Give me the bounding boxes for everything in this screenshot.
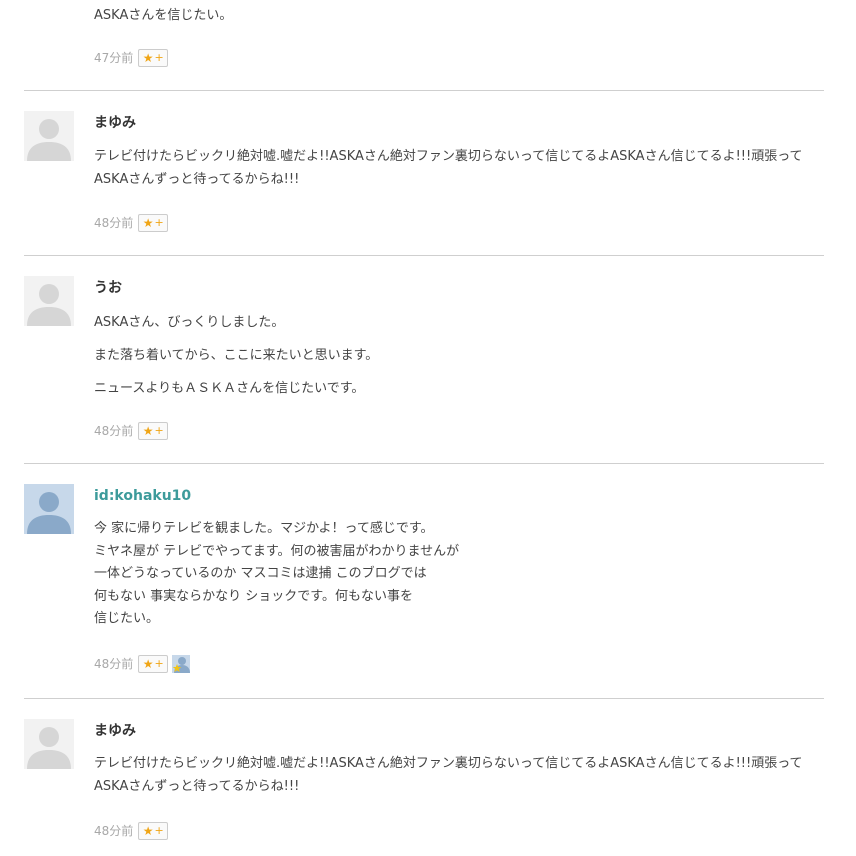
- default-user-icon: [24, 276, 74, 326]
- divider: [24, 90, 824, 91]
- comment-text: ASKAさんを信じたい。: [94, 8, 233, 23]
- user-avatar-icon: [24, 484, 74, 534]
- divider: [24, 698, 824, 699]
- add-star-button[interactable]: ★ +: [138, 422, 169, 440]
- avatar[interactable]: [24, 484, 74, 534]
- star-icon: ★: [142, 51, 154, 65]
- divider: [24, 463, 824, 464]
- comment-meta: 47分前 ★ +: [94, 48, 169, 68]
- avatar[interactable]: [24, 719, 74, 769]
- comment-body: テレビ付けたらビックリ絶対嘘.嘘だよ!!ASKAさん絶対ファン裏切らないって信じ…: [94, 145, 829, 201]
- comment-text: ミヤネ屋が テレビでやってます。何の被害届がわかりませんが: [94, 543, 460, 559]
- comment-text: 何もない 事実ならかなり ショックです。何もない事を: [94, 588, 413, 604]
- star-icon: ★: [142, 824, 154, 838]
- comment-text: 信じたい。: [94, 611, 160, 626]
- avatar[interactable]: [24, 276, 74, 326]
- comment-author: うお: [94, 280, 122, 296]
- add-star-button[interactable]: ★ +: [138, 655, 169, 673]
- plus-icon: +: [154, 657, 164, 670]
- default-user-icon: [24, 719, 74, 769]
- divider: [24, 255, 824, 256]
- plus-icon: +: [154, 216, 164, 229]
- comment-meta: 48分前 ★ +: [94, 213, 169, 233]
- comment-time: 47分前: [94, 51, 134, 65]
- comment-body: 今 家に帰りテレビを観ました。マジかよ！って感じです。 ミヤネ屋が テレビでやっ…: [94, 518, 829, 631]
- comment-text: テレビ付けたらビックリ絶対嘘.嘘だよ!!ASKAさん絶対ファン裏切らないって信じ…: [94, 756, 803, 794]
- comment-meta: 48分前 ★ +: [94, 421, 169, 441]
- comment-body: テレビ付けたらビックリ絶対嘘.嘘だよ!!ASKAさん絶対ファン裏切らないって信じ…: [94, 752, 829, 808]
- comment-time: 48分前: [94, 657, 134, 671]
- plus-icon: +: [154, 424, 164, 437]
- add-star-button[interactable]: ★ +: [138, 49, 169, 67]
- comment-text: また落ち着いてから、ここに来たいと思います。: [94, 348, 379, 363]
- comment-text: ニュースよりもＡＳＫＡさんを信じたいです。: [94, 381, 365, 396]
- star-icon: ★: [142, 424, 154, 438]
- comment-text: 今 家に帰りテレビを観ました。マジかよ！って感じです。: [94, 521, 434, 536]
- comment-body: ASKAさんを信じたい。: [94, 4, 829, 37]
- comment-body: ASKAさん、びっくりしました。 また落ち着いてから、ここに来たいと思います。 …: [94, 311, 829, 410]
- comment-time: 48分前: [94, 424, 134, 438]
- comment-text: ASKAさん、びっくりしました。: [94, 315, 285, 330]
- add-star-button[interactable]: ★ +: [138, 822, 169, 840]
- star-icon: ★: [142, 216, 154, 230]
- comment-meta: 48分前 ★ +: [94, 821, 169, 841]
- plus-icon: +: [154, 824, 164, 837]
- comment-author-link[interactable]: id:kohaku10: [94, 486, 191, 506]
- comment-time: 48分前: [94, 824, 134, 838]
- comment-text: テレビ付けたらビックリ絶対嘘.嘘だよ!!ASKAさん絶対ファン裏切らないって信じ…: [94, 149, 803, 187]
- comment-author: まゆみ: [94, 723, 136, 739]
- comment-meta: 48分前 ★ +: [94, 654, 191, 674]
- star-icon: ★: [142, 657, 154, 671]
- starred-user-icon[interactable]: [172, 655, 191, 673]
- avatar[interactable]: [24, 111, 74, 161]
- comment-time: 48分前: [94, 216, 134, 230]
- default-user-icon: [24, 111, 74, 161]
- comment-text: 一体どうなっているのか マスコミは逮捕 このブログでは: [94, 566, 427, 581]
- comment-author: まゆみ: [94, 115, 136, 131]
- plus-icon: +: [154, 51, 164, 64]
- add-star-button[interactable]: ★ +: [138, 214, 169, 232]
